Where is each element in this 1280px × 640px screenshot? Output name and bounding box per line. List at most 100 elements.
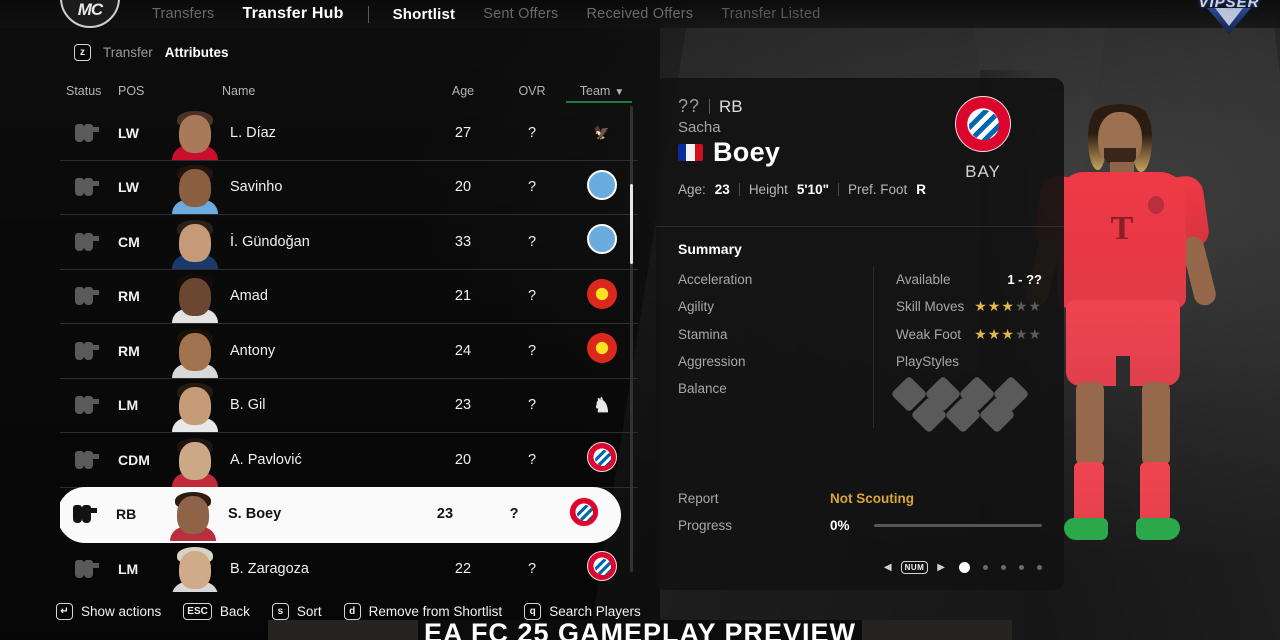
cell-name: L. Díaz: [170, 106, 428, 160]
tab-attributes[interactable]: Attributes: [165, 45, 229, 60]
player-face-thumbnail: [170, 106, 220, 160]
column-header-ovr[interactable]: OVR: [498, 84, 566, 98]
player-club-block: BAY: [928, 96, 1038, 182]
key-num-icon[interactable]: NUM: [900, 561, 929, 574]
table-header-row: Status POS Name Age OVR Team ▼: [60, 76, 638, 106]
key-icon[interactable]: ↵: [56, 602, 73, 620]
attribute-stamina: Stamina: [678, 326, 728, 342]
available-label: Available: [896, 272, 951, 288]
cell-age: 21: [454, 288, 472, 305]
table-row[interactable]: LM B. Gil 23? ♞: [60, 379, 638, 433]
action-hint[interactable]: ESC Back: [183, 602, 250, 620]
attribute-balance: Balance: [678, 381, 727, 397]
player-face-thumbnail: [170, 324, 220, 378]
nav-item-received-offers[interactable]: Received Offers: [573, 6, 708, 22]
tab-transfer[interactable]: Transfer: [103, 45, 153, 60]
club-crest-logo: MC: [60, 0, 120, 28]
height-label: Height: [748, 182, 788, 197]
scout-status-icon[interactable]: [60, 505, 116, 524]
cell-ovr: ?: [527, 179, 537, 196]
table-row[interactable]: RM Antony 24?: [60, 324, 638, 379]
cell-team: [548, 496, 620, 532]
skill-moves-stars: ★★★★★: [974, 298, 1042, 315]
player-name-text: S. Boey: [228, 506, 282, 523]
action-hint[interactable]: q Search Players: [524, 602, 641, 620]
shortlist-table: Status POS Name Age OVR Team ▼ LW L. Díaz 2…: [60, 76, 638, 592]
nav-item-shortlist[interactable]: Shortlist: [379, 6, 470, 23]
club-crest-mci-icon: [587, 224, 617, 255]
pager-dot[interactable]: [983, 565, 988, 570]
nav-item-transfers[interactable]: Transfers: [138, 6, 229, 22]
key-z-icon[interactable]: z: [74, 44, 91, 61]
player-last-name: Boey: [713, 137, 781, 167]
row-skill-moves: Skill Moves ★★★★★: [896, 293, 1042, 320]
player-face-thumbnail: [170, 160, 220, 215]
table-row[interactable]: CM İ. Gündoğan 33?: [60, 215, 638, 270]
skill-moves-label: Skill Moves: [896, 299, 965, 315]
age-value: 23: [714, 182, 730, 197]
pager-dot[interactable]: [1001, 565, 1006, 570]
cell-ovr: ?: [527, 560, 537, 577]
sort-descending-icon: ▼: [614, 87, 625, 98]
scout-status-icon[interactable]: [60, 559, 118, 578]
table-row[interactable]: RM Amad 21?: [60, 270, 638, 324]
pager-prev-icon[interactable]: ◀: [884, 562, 892, 573]
list-scrollbar-thumb[interactable]: [630, 184, 633, 264]
scout-status-icon[interactable]: [60, 287, 118, 306]
bayern-munich-crest-icon: [955, 96, 1011, 152]
column-header-team[interactable]: Team ▼: [566, 84, 638, 103]
cell-ovr: ?: [527, 233, 537, 250]
cell-position: RB: [116, 506, 137, 523]
pager-dot[interactable]: [1037, 565, 1042, 570]
action-hint-label: Search Players: [549, 603, 641, 619]
column-header-age[interactable]: Age: [428, 84, 498, 98]
scout-status-icon[interactable]: [60, 123, 118, 142]
cell-team: ♞: [566, 390, 638, 420]
scout-status-icon[interactable]: [60, 450, 118, 469]
key-icon[interactable]: d: [343, 602, 361, 620]
table-row[interactable]: LM B. Zaragoza 22?: [60, 542, 638, 592]
scout-status-icon[interactable]: [60, 341, 118, 360]
table-row-selected[interactable]: RB S. Boey 23?: [60, 487, 620, 542]
action-hint[interactable]: d Remove from Shortlist: [343, 602, 503, 620]
action-hint-label: Remove from Shortlist: [368, 603, 503, 619]
key-icon[interactable]: q: [524, 602, 542, 620]
scouting-section: Report Not Scouting Progress 0% ◀ NUM ▶: [678, 485, 1042, 574]
pager-dot[interactable]: [1019, 565, 1024, 570]
action-hint[interactable]: ↵ Show actions: [56, 602, 161, 620]
table-row[interactable]: LW L. Díaz 27? 🦅: [60, 106, 638, 161]
detail-page-indicator[interactable]: ◀ NUM ▶: [678, 561, 1042, 574]
nav-divider: [367, 5, 369, 23]
pager-dot[interactable]: [959, 562, 970, 573]
cell-ovr: ?: [527, 288, 537, 305]
player-name-text: B. Gil: [230, 397, 266, 414]
attribute-agility: Agility: [678, 299, 715, 315]
progress-row: Progress 0%: [678, 512, 1042, 539]
cell-ovr: ?: [527, 342, 537, 359]
club-crest-tot-icon: ♞: [593, 394, 611, 417]
key-icon[interactable]: s: [271, 602, 289, 620]
report-row: Report Not Scouting: [678, 485, 1042, 512]
club-crest-bay-icon: [587, 442, 617, 473]
scout-status-icon[interactable]: [60, 232, 118, 251]
scout-status-icon[interactable]: [60, 396, 118, 415]
nav-item-transfer-hub[interactable]: Transfer Hub: [229, 5, 358, 23]
cell-name: İ. Gündoğan: [170, 215, 428, 269]
club-crest-mci-icon: [587, 169, 617, 200]
action-hint-label: Back: [219, 603, 250, 619]
nav-item-sent-offers[interactable]: Sent Offers: [469, 6, 572, 22]
scout-status-icon[interactable]: [60, 178, 118, 197]
identity-divider: [709, 99, 711, 114]
club-crest-mun-icon: [587, 333, 617, 364]
list-scrollbar-track[interactable]: [630, 106, 633, 572]
table-row[interactable]: LW Savinho 20?: [60, 160, 638, 215]
table-row[interactable]: CDM A. Pavlović 20?: [60, 433, 638, 488]
action-hint[interactable]: s Sort: [271, 602, 322, 620]
pref-foot-value: R: [916, 182, 927, 197]
cell-team: 🦅: [566, 118, 638, 148]
cell-position: RM: [118, 288, 140, 305]
nav-item-transfer-listed[interactable]: Transfer Listed: [707, 6, 834, 22]
key-icon[interactable]: ESC: [183, 602, 212, 620]
pager-next-icon[interactable]: ▶: [937, 562, 945, 573]
traits-column: Available 1 - ?? Skill Moves ★★★★★ Weak …: [874, 266, 1042, 434]
